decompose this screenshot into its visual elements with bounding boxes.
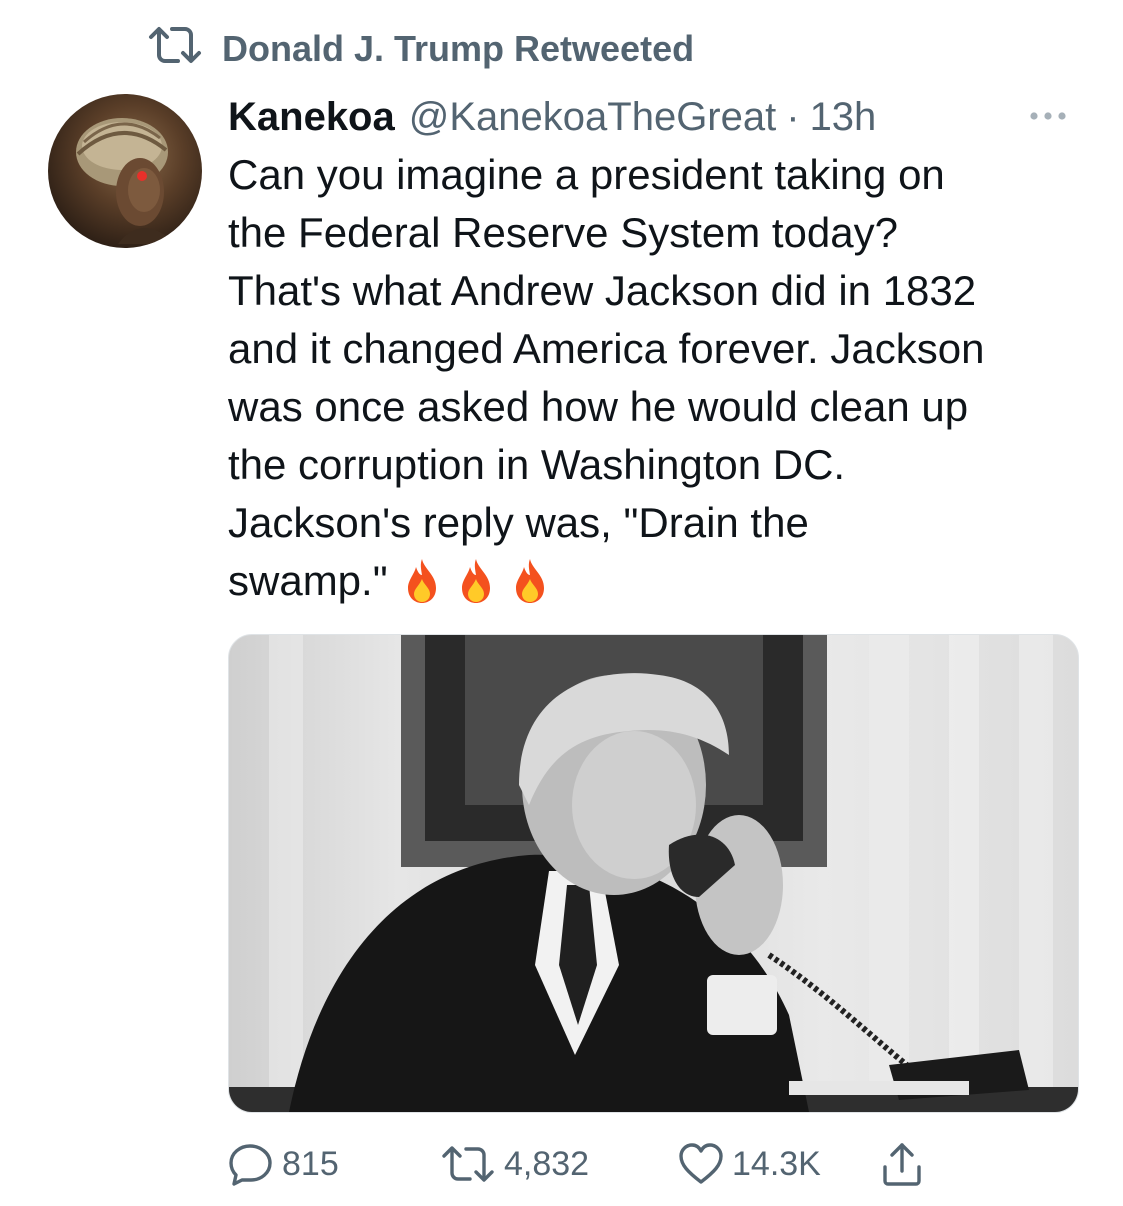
retweet-icon <box>146 23 204 76</box>
tweet-timestamp[interactable]: 13h <box>810 95 877 140</box>
retweet-button[interactable]: 4,832 <box>440 1140 589 1188</box>
tweet-text: Can you imagine a president taking on th… <box>228 146 1088 610</box>
retweet-count: 4,832 <box>504 1144 590 1183</box>
reply-icon <box>228 1142 274 1186</box>
share-button[interactable] <box>880 1140 924 1188</box>
tweet-text-line: Can you imagine a president taking on <box>228 151 945 198</box>
fire-emoji <box>510 557 550 605</box>
author-name[interactable]: Kanekoa <box>228 95 395 140</box>
like-button[interactable]: 14.3K <box>678 1140 821 1188</box>
tweet-text-line: swamp." <box>228 557 388 604</box>
retweet-context-text: Donald J. Trump Retweeted <box>222 28 695 69</box>
fire-emoji <box>402 557 442 605</box>
retweet-icon <box>440 1142 496 1186</box>
tweet-text-line: and it changed America forever. Jackson <box>228 325 985 372</box>
fire-emoji <box>456 557 496 605</box>
tweet-actions: 815 4,832 14.3K <box>228 1140 988 1188</box>
tweet-text-line: That's what Andrew Jackson did in 1832 <box>228 267 977 314</box>
separator-dot: · <box>786 94 800 139</box>
tweet-text-line: Jackson's reply was, "Drain the <box>228 499 809 546</box>
reply-button[interactable]: 815 <box>228 1140 339 1188</box>
author-handle[interactable]: @KanekoaTheGreat <box>409 95 776 140</box>
heart-icon <box>678 1142 724 1186</box>
tweet-text-line: the corruption in Washington DC. <box>228 441 846 488</box>
tweet-photo[interactable] <box>228 634 1079 1113</box>
retweet-context: Donald J. Trump Retweeted <box>146 24 694 74</box>
reply-count: 815 <box>282 1144 339 1183</box>
share-icon <box>880 1141 924 1187</box>
tweet-text-line: was once asked how he would clean up <box>228 383 969 430</box>
more-icon[interactable] <box>1018 94 1078 138</box>
avatar[interactable] <box>48 94 202 248</box>
like-count: 14.3K <box>732 1144 821 1183</box>
tweet-text-last-line: swamp." <box>228 552 1088 610</box>
tweet-header: Kanekoa @KanekoaTheGreat · 13h <box>228 88 1078 146</box>
tweet-text-line: the Federal Reserve System today? <box>228 209 898 256</box>
